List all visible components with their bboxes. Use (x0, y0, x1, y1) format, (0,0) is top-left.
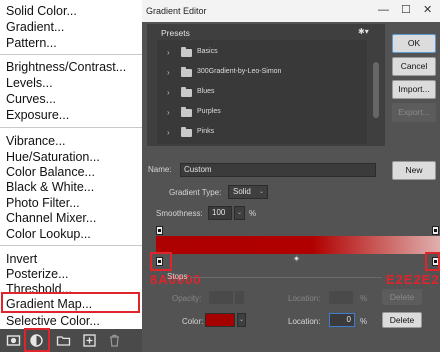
opacity-label: Opacity: (172, 294, 202, 303)
smoothness-label: Smoothness: (156, 209, 203, 218)
stops-label: Stops (167, 272, 188, 281)
chevron-down-icon: ⌄ (236, 210, 242, 216)
menu-item-exposure[interactable]: Exposure... (6, 108, 69, 122)
color-location-field[interactable]: 0 (329, 313, 355, 327)
close-icon[interactable]: ✕ (423, 4, 432, 16)
preset-folder-row[interactable]: › Pinks (157, 123, 367, 143)
chevron-right-icon[interactable]: › (167, 108, 170, 117)
menu-item-hue-saturation[interactable]: Hue/Saturation... (6, 150, 100, 164)
preset-folder-name: Pinks (197, 128, 215, 135)
menu-item-curves[interactable]: Curves... (6, 92, 56, 106)
menu-item-brightness-contrast[interactable]: Brightness/Contrast... (6, 60, 126, 74)
preset-folder-row[interactable]: › Blues (157, 83, 367, 103)
menu-item-selective-color[interactable]: Selective Color... (6, 314, 100, 328)
opacity-stop-right[interactable] (432, 226, 439, 235)
color-dropdown[interactable]: ⌄ (237, 313, 246, 327)
menu-divider (0, 245, 142, 246)
menu-item-gradient[interactable]: Gradient... (6, 20, 64, 34)
gradient-editor-dialog: Gradient Editor — ☐ ✕ Presets ✱▾ › Basic… (142, 0, 440, 352)
trash-icon[interactable] (107, 333, 122, 348)
folder-icon (181, 87, 192, 97)
preset-folder-name: Basics (197, 48, 218, 55)
minimize-icon[interactable]: — (378, 4, 389, 16)
opacity-delete-button[interactable]: Delete (382, 289, 422, 305)
color-midpoint[interactable] (292, 254, 301, 263)
chevron-right-icon[interactable]: › (167, 68, 170, 77)
presets-label: Presets (161, 28, 190, 38)
new-layer-icon[interactable] (82, 333, 97, 348)
preset-folder-name: Purples (197, 108, 221, 115)
export-button[interactable]: Export... (392, 103, 436, 122)
chevron-right-icon[interactable]: › (167, 88, 170, 97)
menu-item-black-white[interactable]: Black & White... (6, 180, 94, 194)
opacity-stop-left[interactable] (156, 226, 163, 235)
folder-icon[interactable] (56, 333, 71, 348)
presets-scrollbar[interactable] (373, 62, 379, 118)
presets-list[interactable]: › Basics › 300Gradient-by-Leo-Simon › Bl… (157, 40, 367, 144)
smoothness-field[interactable]: 100 (208, 206, 232, 220)
chevron-down-icon: ⌄ (258, 189, 264, 195)
menu-item-vibrance[interactable]: Vibrance... (6, 134, 66, 148)
menu-item-levels[interactable]: Levels... (6, 76, 53, 90)
layers-toolbar (0, 329, 142, 352)
opacity-field[interactable] (209, 291, 233, 304)
folder-icon (181, 67, 192, 77)
gradient-type-select[interactable]: Solid ⌄ (228, 185, 268, 199)
name-field[interactable]: Custom (180, 163, 376, 177)
menu-item-posterize[interactable]: Posterize... (6, 267, 69, 281)
opacity-location-label: Location: (288, 294, 321, 303)
chevron-down-icon: ⌄ (238, 317, 244, 323)
gradient-map-highlight (1, 292, 140, 313)
preset-folder-row[interactable]: › Basics (157, 43, 367, 63)
opacity-location-unit: % (360, 294, 368, 303)
gradient-type-value: Solid (233, 187, 251, 196)
stops-divider (190, 277, 382, 278)
chevron-right-icon[interactable]: › (167, 48, 170, 57)
folder-icon (181, 107, 192, 117)
dialog-title: Gradient Editor (146, 6, 207, 16)
gradient-preview-bar[interactable] (156, 236, 440, 254)
name-label: Name: (148, 165, 172, 174)
opacity-dropdown[interactable] (235, 291, 244, 304)
preset-folder-name: Blues (197, 88, 215, 95)
ok-button[interactable]: OK (392, 34, 436, 53)
maximize-icon[interactable]: ☐ (401, 4, 411, 16)
menu-item-channel-mixer[interactable]: Channel Mixer... (6, 211, 96, 225)
color-delete-button[interactable]: Delete (382, 312, 422, 328)
color-location-label: Location: (288, 317, 321, 326)
right-color-code: E2E2E2 (386, 272, 440, 287)
menu-item-color-lookup[interactable]: Color Lookup... (6, 227, 91, 241)
chevron-right-icon[interactable]: › (167, 128, 170, 137)
menu-divider (0, 54, 142, 55)
cancel-button[interactable]: Cancel (392, 57, 436, 76)
mask-icon[interactable] (6, 333, 21, 348)
color-label: Color: (182, 317, 204, 326)
import-button[interactable]: Import... (392, 80, 436, 99)
menu-item-pattern[interactable]: Pattern... (6, 36, 57, 50)
right-stop-highlight (425, 252, 440, 271)
smoothness-dropdown[interactable]: ⌄ (234, 206, 245, 220)
title-bar: Gradient Editor — ☐ ✕ (142, 0, 440, 22)
menu-item-photo-filter[interactable]: Photo Filter... (6, 196, 80, 210)
menu-item-color-balance[interactable]: Color Balance... (6, 165, 95, 179)
color-location-unit: % (360, 317, 368, 326)
folder-icon (181, 127, 192, 137)
left-stop-highlight (150, 252, 172, 271)
folder-icon (181, 47, 192, 57)
preset-folder-row[interactable]: › Purples (157, 103, 367, 123)
menu-item-invert[interactable]: Invert (6, 252, 37, 266)
opacity-location-field[interactable] (329, 291, 353, 304)
new-button[interactable]: New (392, 161, 436, 180)
menu-divider (0, 127, 142, 128)
gear-icon[interactable]: ✱▾ (358, 27, 369, 36)
preset-folder-name: 300Gradient-by-Leo-Simon (197, 68, 282, 75)
menu-item-solid-color[interactable]: Solid Color... (6, 4, 77, 18)
gradient-type-label: Gradient Type: (169, 188, 222, 197)
adjustment-icon-highlight (24, 328, 50, 352)
smoothness-unit: % (249, 209, 257, 218)
adjustments-menu: Solid Color... Gradient... Pattern... Br… (0, 0, 142, 352)
presets-panel: Presets ✱▾ › Basics › 300Gradient-by-Leo… (147, 24, 385, 146)
color-swatch[interactable] (205, 313, 235, 327)
preset-folder-row[interactable]: › 300Gradient-by-Leo-Simon (157, 63, 367, 83)
